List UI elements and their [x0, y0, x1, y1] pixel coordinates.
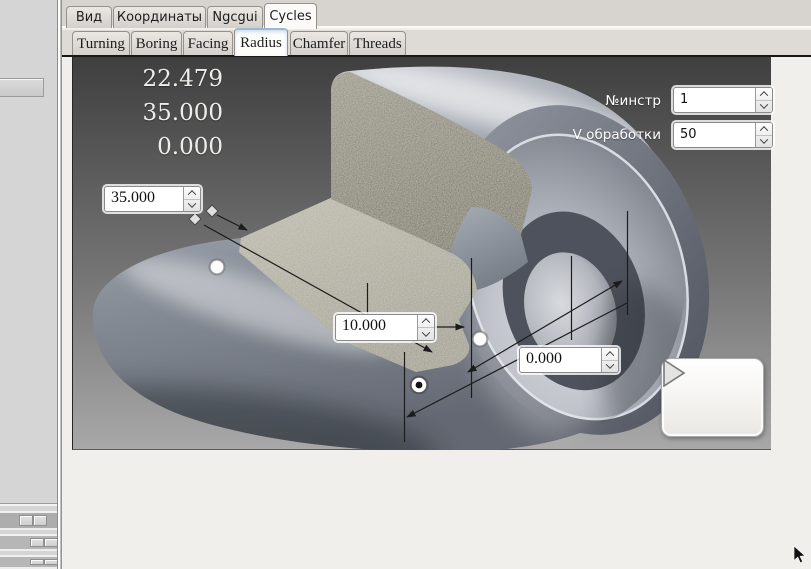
spin-down-button[interactable]	[418, 327, 434, 340]
spin-up-button[interactable]	[184, 187, 200, 199]
chevron-down-icon	[421, 328, 431, 337]
page-border	[62, 55, 811, 57]
tab-turning[interactable]: Turning	[72, 31, 130, 56]
length-value[interactable]: 35.000	[105, 187, 183, 211]
dro-value-z: 35.000	[142, 100, 223, 126]
spin-up-button[interactable]	[756, 123, 772, 135]
radio-end-point-selected[interactable]	[409, 375, 429, 395]
offset-spinbox[interactable]: 0.000	[519, 347, 619, 373]
tab-threads[interactable]: Threads	[349, 31, 406, 56]
h-scrollbar-2[interactable]	[0, 534, 57, 551]
length-spinbox[interactable]: 35.000	[104, 186, 201, 212]
mouse-cursor-icon	[793, 546, 806, 564]
speed-spinbox[interactable]: 50	[673, 122, 773, 148]
tab-label: Threads	[353, 35, 402, 52]
tab-label: Координаты	[116, 10, 203, 25]
panel-tab-button[interactable]	[0, 78, 44, 97]
pane-splitter[interactable]	[57, 0, 62, 569]
radio-start-point[interactable]	[208, 258, 226, 276]
width-spinbox[interactable]: 10.000	[335, 314, 435, 341]
tab-label: Вид	[75, 10, 103, 25]
tab-label: Chamfer	[292, 35, 346, 52]
chevron-up-icon	[605, 350, 615, 360]
dro-value-x: 22.479	[142, 66, 223, 92]
speed-value[interactable]: 50	[674, 123, 755, 147]
chevron-down-icon	[187, 199, 197, 209]
tab-cycles[interactable]: Cycles	[264, 3, 317, 29]
panel-divider	[0, 503, 57, 506]
chevron-down-icon	[605, 360, 615, 370]
spin-up-button[interactable]	[756, 88, 772, 100]
tab-koordinaty[interactable]: Координаты	[113, 6, 206, 28]
spin-up-button[interactable]	[418, 315, 434, 327]
width-value[interactable]: 10.000	[336, 315, 417, 340]
drag-handle-diamond[interactable]	[205, 204, 219, 218]
dro-value-f: 0.000	[157, 134, 223, 160]
scrollbar-button[interactable]	[30, 538, 44, 547]
spin-down-button[interactable]	[756, 99, 772, 113]
play-icon	[663, 359, 686, 387]
h-scrollbar-3[interactable]	[0, 555, 57, 569]
tab-label: Boring	[135, 35, 178, 52]
tool-number-label: №инстр	[605, 93, 662, 109]
drag-handle-diamond[interactable]	[188, 212, 202, 226]
chevron-up-icon	[759, 125, 769, 135]
tab-ngcgui[interactable]: Ngcgui	[207, 6, 263, 28]
scrollbar-button[interactable]	[44, 538, 57, 547]
scrollbar-button[interactable]	[30, 559, 44, 565]
scrollbar-button[interactable]	[33, 515, 47, 526]
spin-down-button[interactable]	[602, 359, 618, 373]
h-scrollbar-1[interactable]	[0, 511, 57, 530]
viewport-3d[interactable]: 22.479 35.000 0.000 35.000 10.000 0.000 …	[72, 57, 773, 450]
chevron-up-icon	[759, 90, 769, 100]
chevron-up-icon	[421, 318, 431, 327]
scrollbar-button[interactable]	[19, 515, 33, 526]
tab-radius[interactable]: Radius	[234, 28, 288, 56]
tab-vid[interactable]: Вид	[66, 6, 112, 28]
spin-down-button[interactable]	[184, 198, 200, 212]
run-cycle-button[interactable]	[661, 358, 764, 437]
offset-value[interactable]: 0.000	[520, 348, 601, 372]
application-window: Вид Координаты Ngcgui Cycles Turning Bor…	[0, 0, 811, 569]
tab-boring[interactable]: Boring	[131, 31, 182, 56]
tab-label: Cycles	[269, 9, 312, 24]
chevron-up-icon	[187, 189, 197, 199]
tab-label: Facing	[187, 35, 229, 52]
tool-number-spinbox[interactable]: 1	[673, 87, 773, 113]
tool-number-value[interactable]: 1	[674, 88, 755, 112]
scrollbar-button[interactable]	[44, 559, 57, 565]
tab-facing[interactable]: Facing	[183, 31, 233, 56]
left-side-panel	[0, 0, 57, 569]
tab-chamfer[interactable]: Chamfer	[290, 31, 348, 56]
tab-label: Ngcgui	[212, 10, 258, 25]
speed-label: V обработки	[572, 127, 661, 143]
tab-label: Radius	[240, 34, 282, 51]
tab-label: Turning	[77, 35, 125, 52]
chevron-down-icon	[759, 135, 769, 145]
chevron-down-icon	[759, 100, 769, 110]
spin-down-button[interactable]	[756, 134, 772, 148]
spin-up-button[interactable]	[602, 348, 618, 360]
dro-readout: 22.479 35.000 0.000	[99, 62, 223, 164]
radio-mid-point[interactable]	[471, 330, 489, 348]
